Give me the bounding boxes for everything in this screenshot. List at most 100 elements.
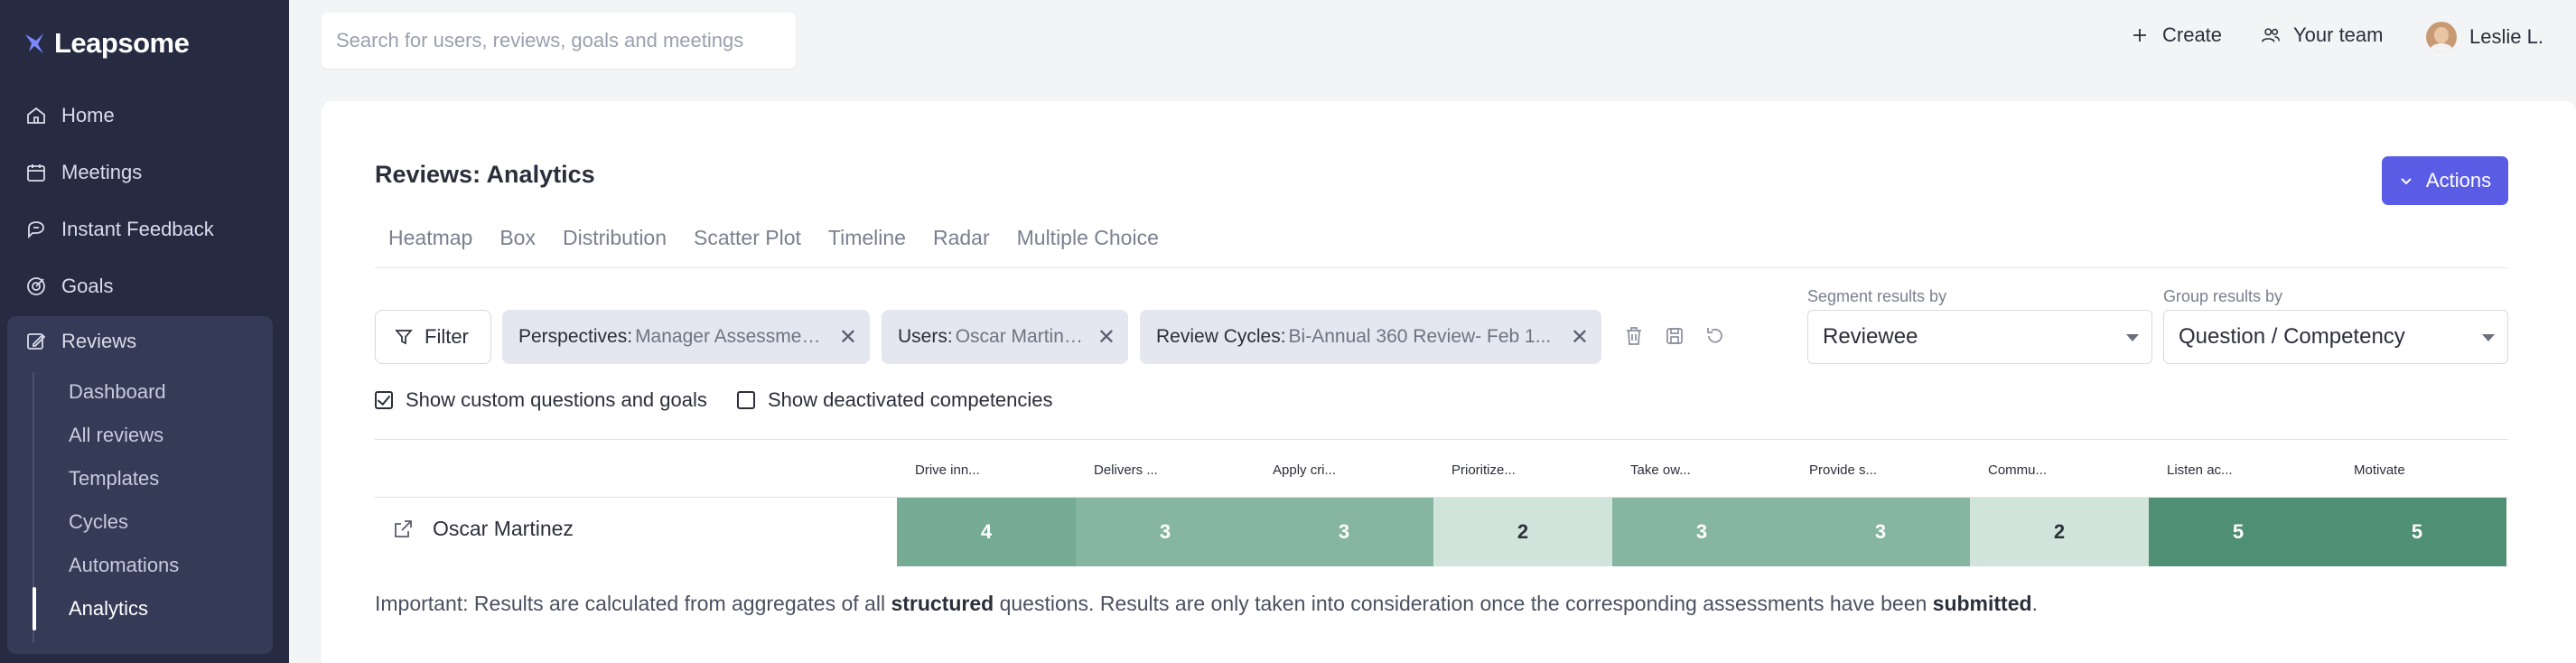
tab-scatter-plot[interactable]: Scatter Plot — [694, 226, 801, 250]
tab-radar[interactable]: Radar — [933, 226, 990, 250]
subnav-item-cycles[interactable]: Cycles — [34, 504, 251, 540]
column-header[interactable]: Drive inn... — [897, 462, 1076, 478]
segment-select[interactable]: Reviewee — [1807, 310, 2152, 364]
filter-chip-review-cycles[interactable]: Review Cycles: Bi-Annual 360 Review- Feb… — [1140, 310, 1601, 364]
main-card — [322, 101, 2576, 663]
column-header[interactable]: Listen ac... — [2149, 462, 2328, 478]
heatmap-cell[interactable]: 3 — [1255, 498, 1433, 566]
sidebar-item-meetings[interactable]: Meetings — [7, 147, 273, 198]
sidebar-item-reviews[interactable]: Reviews — [7, 316, 273, 367]
group-label: Group results by — [2163, 287, 2283, 305]
heatmap-cell[interactable]: 2 — [1433, 498, 1612, 566]
segment-label: Segment results by — [1807, 287, 1947, 305]
heatmap-cell[interactable]: 3 — [1612, 498, 1791, 566]
analytics-tabs: Heatmap Box Distribution Scatter Plot Ti… — [388, 226, 1159, 250]
tab-distribution[interactable]: Distribution — [563, 226, 667, 250]
external-link-icon[interactable] — [391, 518, 415, 541]
group-select[interactable]: Question / Competency — [2163, 310, 2508, 364]
chip-value: Manager Assessments — [635, 326, 825, 347]
trash-icon[interactable] — [1623, 325, 1645, 347]
filter-button[interactable]: Filter — [375, 310, 491, 364]
subnav-item-automations[interactable]: Automations — [34, 547, 251, 584]
heatmap-cell[interactable]: 4 — [897, 498, 1076, 566]
reviews-subnav: Dashboard All reviews Templates Cycles A… — [33, 372, 267, 643]
column-header[interactable]: Provide s... — [1791, 462, 1970, 478]
user-menu[interactable]: Leslie L. — [2426, 22, 2543, 52]
sidebar: Leapsome Home Meetings Instant Feedback … — [0, 0, 289, 663]
subnav-item-dashboard[interactable]: Dashboard — [34, 374, 251, 410]
chip-key: Users: — [898, 326, 953, 347]
heatmap-cell[interactable]: 2 — [1970, 498, 2149, 566]
meetings-icon — [27, 164, 45, 182]
actions-button[interactable]: Actions — [2382, 156, 2508, 205]
save-icon[interactable] — [1664, 325, 1685, 347]
caret-down-icon — [2482, 334, 2495, 341]
chip-value: Oscar Martinez — [955, 326, 1083, 347]
global-search[interactable] — [322, 13, 796, 69]
sidebar-item-label: Goals — [61, 275, 114, 297]
filter-icon — [395, 330, 413, 345]
actions-label: Actions — [2425, 169, 2492, 191]
logo[interactable]: Leapsome — [23, 27, 190, 60]
note-text: questions. Results are only taken into c… — [994, 592, 1933, 615]
column-header[interactable]: Motivate — [2336, 462, 2515, 478]
sidebar-item-label: Instant Feedback — [61, 218, 214, 240]
column-header[interactable]: Take ow... — [1612, 462, 1791, 478]
tabs-divider — [375, 267, 2508, 268]
sidebar-item-label: Home — [61, 104, 115, 126]
column-header[interactable]: Commu... — [1970, 462, 2149, 478]
row-name: Oscar Martinez — [433, 517, 574, 540]
subnav-item-analytics[interactable]: Analytics — [34, 591, 251, 627]
heatmap-row-label[interactable]: Oscar Martinez — [391, 517, 574, 541]
search-input[interactable] — [336, 29, 796, 52]
filter-chip-perspectives[interactable]: Perspectives: Manager Assessments ✕ — [502, 310, 870, 364]
sidebar-item-home[interactable]: Home — [7, 90, 273, 141]
show-deactivated-checkbox[interactable]: Show deactivated competencies — [737, 388, 1053, 412]
column-header[interactable]: Prioritize... — [1433, 462, 1612, 478]
feedback-icon — [28, 221, 44, 239]
heatmap-cell[interactable]: 3 — [1076, 498, 1255, 566]
note-text: Important: Results are calculated from a… — [375, 592, 891, 615]
user-name: Leslie L. — [2469, 25, 2543, 48]
close-icon[interactable]: ✕ — [825, 324, 857, 350]
close-icon[interactable]: ✕ — [1083, 324, 1115, 350]
heatmap-cell[interactable]: 3 — [1791, 498, 1970, 566]
chevron-down-icon — [2401, 178, 2412, 185]
column-header[interactable]: Delivers ... — [1076, 462, 1255, 478]
reviews-icon — [27, 333, 46, 350]
create-button[interactable]: Create — [2130, 23, 2222, 47]
tab-timeline[interactable]: Timeline — [828, 226, 906, 250]
checkbox-label: Show deactivated competencies — [768, 388, 1053, 411]
caret-down-icon — [2126, 334, 2139, 341]
app-name: Leapsome — [54, 27, 190, 59]
sidebar-item-label: Meetings — [61, 161, 143, 183]
sidebar-item-label: Reviews — [61, 330, 137, 352]
checkbox-unchecked-icon[interactable] — [737, 391, 755, 409]
chip-key: Review Cycles: — [1156, 326, 1286, 347]
tab-box[interactable]: Box — [499, 226, 536, 250]
filter-chip-users[interactable]: Users: Oscar Martinez ✕ — [882, 310, 1128, 364]
your-team-button[interactable]: Your team — [2261, 23, 2383, 47]
heatmap-cell[interactable]: 5 — [2328, 498, 2506, 566]
checkbox-checked-icon[interactable] — [375, 391, 393, 409]
heatmap-cell[interactable]: 5 — [2149, 498, 2328, 566]
tab-heatmap[interactable]: Heatmap — [388, 226, 472, 250]
note-bold: structured — [891, 592, 994, 615]
results-note: Important: Results are calculated from a… — [375, 592, 2038, 616]
note-text: . — [2031, 592, 2038, 615]
reset-icon[interactable] — [1704, 325, 1726, 347]
sidebar-item-goals[interactable]: Goals — [7, 261, 273, 312]
show-custom-questions-checkbox[interactable]: Show custom questions and goals — [375, 388, 707, 412]
sidebar-item-instant-feedback[interactable]: Instant Feedback — [7, 204, 273, 255]
tab-multiple-choice[interactable]: Multiple Choice — [1017, 226, 1159, 250]
create-label: Create — [2162, 23, 2223, 46]
subnav-item-all-reviews[interactable]: All reviews — [34, 417, 251, 453]
chip-value: Bi-Annual 360 Review- Feb 1... — [1288, 326, 1552, 347]
close-icon[interactable]: ✕ — [1556, 324, 1589, 350]
column-header[interactable]: Apply cri... — [1255, 462, 1433, 478]
page-title: Reviews: Analytics — [375, 161, 595, 188]
plus-icon — [2133, 29, 2146, 42]
your-team-label: Your team — [2293, 23, 2384, 46]
subnav-item-templates[interactable]: Templates — [34, 461, 251, 497]
home-icon — [27, 107, 45, 124]
